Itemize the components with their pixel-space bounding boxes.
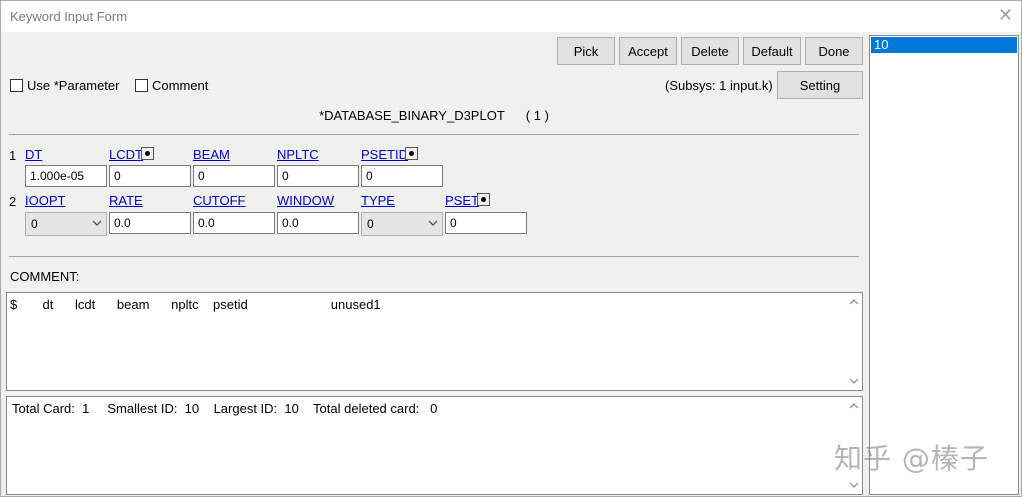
separator-top [9, 134, 859, 135]
pset-pick-dot-icon[interactable] [477, 193, 490, 206]
keyword-name: *DATABASE_BINARY_D3PLOT [319, 108, 505, 123]
scroll-down-icon[interactable] [849, 377, 859, 385]
field-label-npltc[interactable]: NPLTC [277, 147, 319, 162]
background-window-strip [261, 1, 1001, 5]
comment-checkbox[interactable]: Comment [135, 78, 208, 93]
field-label-psetid[interactable]: PSETID [361, 147, 408, 162]
setting-button[interactable]: Setting [777, 71, 863, 99]
npltc-input[interactable]: 0 [277, 165, 359, 187]
beam-input[interactable]: 0 [193, 165, 275, 187]
id-list[interactable]: 10 [869, 35, 1019, 495]
keyword-title: *DATABASE_BINARY_D3PLOT ( 1 ) [1, 108, 867, 123]
watermark: 知乎 @榛子 [834, 442, 989, 475]
field-label-window[interactable]: WINDOW [277, 193, 334, 208]
scroll-up-icon[interactable] [849, 298, 859, 306]
summary-text: Total Card: 1 Smallest ID: 10 Largest ID… [12, 401, 438, 416]
comment-checkbox-box[interactable] [135, 79, 148, 92]
field-label-pset[interactable]: PSET [445, 193, 479, 208]
chevron-down-icon [92, 220, 102, 226]
close-icon[interactable]: ✕ [998, 5, 1013, 25]
psetid-input[interactable]: 0 [361, 165, 443, 187]
field-label-ioopt[interactable]: IOOPT [25, 193, 65, 208]
cutoff-input[interactable]: 0.0 [193, 212, 275, 234]
window-input[interactable]: 0.0 [277, 212, 359, 234]
use-parameter-checkbox[interactable]: Use *Parameter [10, 78, 119, 93]
scroll-up-icon[interactable] [849, 402, 859, 410]
rate-input[interactable]: 0.0 [109, 212, 191, 234]
ioopt-select[interactable]: 0 [25, 212, 107, 236]
lcdt-input[interactable]: 0 [109, 165, 191, 187]
subsys-label: (Subsys: 1 input.k) [665, 78, 773, 93]
comment-label: COMMENT: [10, 269, 80, 284]
dt-input[interactable]: 1.000e-05 [25, 165, 107, 187]
use-parameter-checkbox-box[interactable] [10, 79, 23, 92]
delete-button[interactable]: Delete [681, 37, 739, 65]
window-title: Keyword Input Form [10, 9, 128, 24]
scroll-down-icon[interactable] [849, 481, 859, 489]
title-bar: Keyword Input Form ✕ [1, 1, 1021, 32]
separator-middle [9, 256, 859, 257]
accept-button[interactable]: Accept [619, 37, 677, 65]
comment-textarea[interactable]: $ dt lcdt beam npltc psetid unused1 [6, 292, 863, 391]
list-item[interactable]: 10 [871, 37, 1017, 53]
card-row-number: 2 [9, 194, 17, 209]
field-label-type[interactable]: TYPE [361, 193, 395, 208]
summary-textarea[interactable]: Total Card: 1 Smallest ID: 10 Largest ID… [6, 396, 863, 495]
pick-button[interactable]: Pick [557, 37, 615, 65]
keyword-index: ( 1 ) [525, 108, 549, 123]
field-label-beam[interactable]: BEAM [193, 147, 230, 162]
card-row-number: 1 [9, 148, 17, 163]
type-select[interactable]: 0 [361, 212, 443, 236]
default-button[interactable]: Default [743, 37, 801, 65]
lcdt-pick-dot-icon[interactable] [141, 147, 154, 160]
comment-checkbox-label: Comment [152, 78, 209, 93]
ioopt-select-value: 0 [31, 217, 38, 231]
use-parameter-label: Use *Parameter [27, 78, 120, 93]
chevron-down-icon [428, 220, 438, 226]
type-select-value: 0 [367, 217, 374, 231]
keyword-input-form-window: Keyword Input Form ✕ Pick Accept Delete … [0, 0, 1022, 497]
field-label-lcdt[interactable]: LCDT [109, 147, 143, 162]
comment-scrollbar[interactable] [846, 293, 862, 390]
psetid-pick-dot-icon[interactable] [405, 147, 418, 160]
field-label-cutoff[interactable]: CUTOFF [193, 193, 245, 208]
field-label-dt[interactable]: DT [25, 147, 42, 162]
done-button[interactable]: Done [805, 37, 863, 65]
pset-input[interactable]: 0 [445, 212, 527, 234]
field-label-rate[interactable]: RATE [109, 193, 143, 208]
comment-line: $ dt lcdt beam npltc psetid unused1 [10, 297, 381, 312]
